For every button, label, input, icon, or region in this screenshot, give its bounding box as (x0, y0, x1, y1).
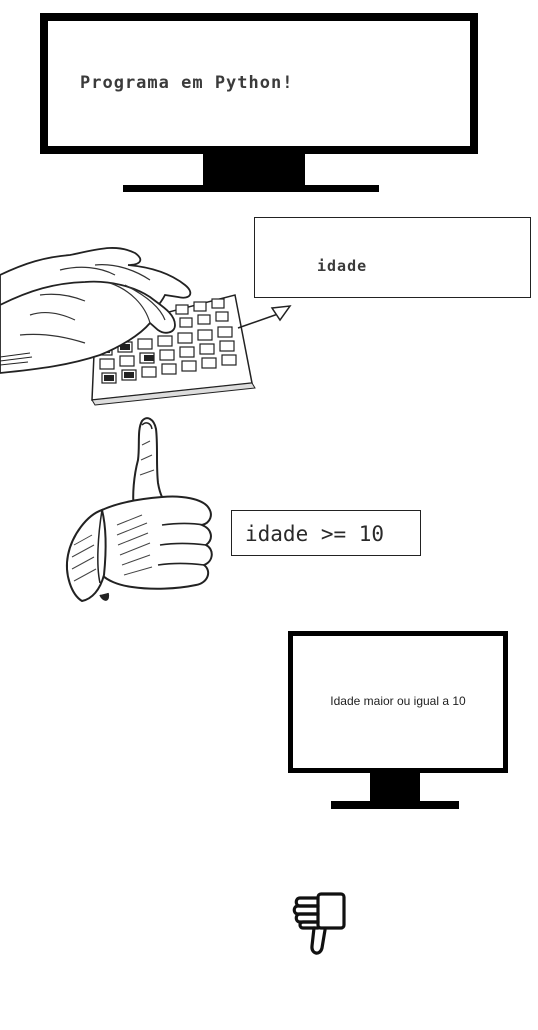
monitor-top-text: Programa em Python! (80, 73, 294, 93)
monitor-bottom-base (331, 801, 459, 809)
thumbs-down-icon (292, 892, 346, 955)
thumbs-up-hand-illustration (66, 417, 213, 603)
monitor-top-stand (203, 154, 305, 186)
condition-label: idade >= 10 (245, 522, 385, 546)
monitor-bottom-text: Idade maior ou igual a 10 (330, 694, 466, 708)
input-box (254, 217, 531, 298)
hands-typing-on-keyboard-illustration (0, 247, 256, 406)
monitor-bottom-stand (370, 772, 420, 802)
input-label: idade (317, 257, 368, 275)
monitor-top-base (123, 185, 379, 192)
arrow-icon (237, 305, 292, 329)
